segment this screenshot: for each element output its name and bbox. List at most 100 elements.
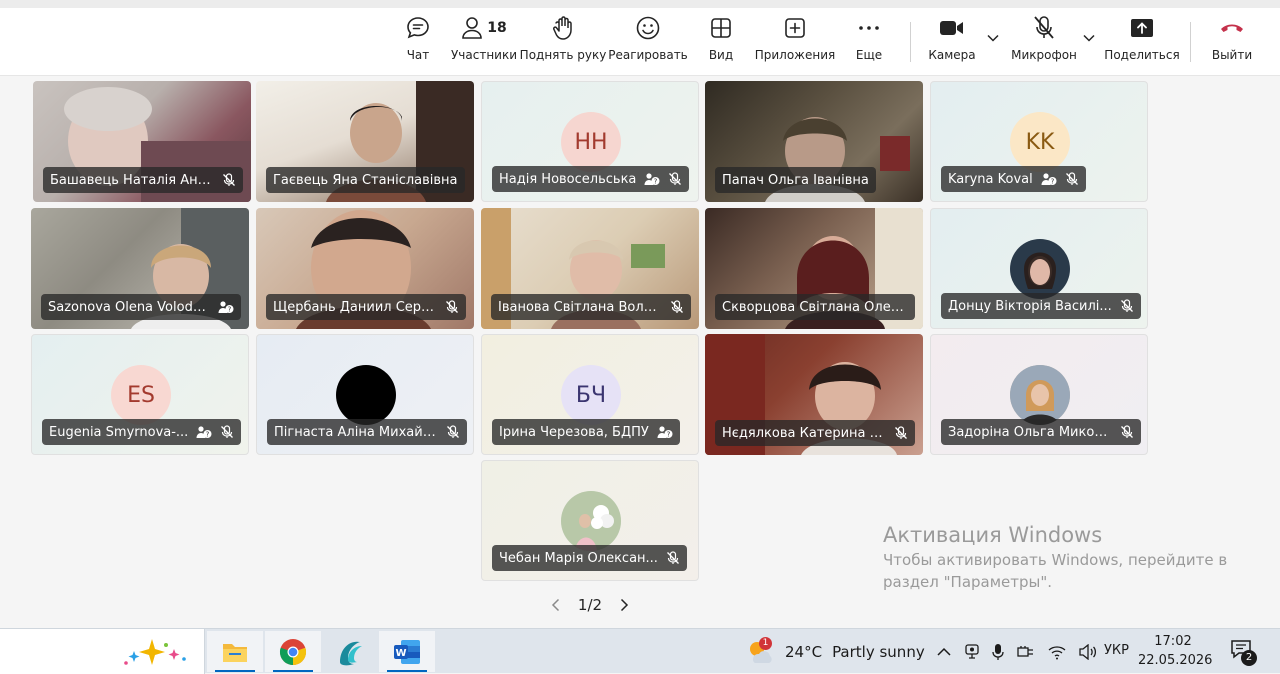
mic-label: Микрофон <box>1011 48 1077 62</box>
unknown-status-icon: ? <box>1041 173 1057 186</box>
raise-hand-button[interactable]: Поднять руку <box>519 8 607 76</box>
network-plug-icon[interactable] <box>1017 644 1035 660</box>
windows-taskbar: W 1 24°C Partly sunny УКР 17:02 22.05.20… <box>0 628 1280 674</box>
react-button[interactable]: Реагировать <box>608 8 688 76</box>
participant-tile[interactable]: Щербань Даниил Серг... <box>256 208 474 329</box>
camera-button[interactable]: Камера <box>928 8 976 76</box>
participant-nameplate: Гаєвець Яна Станіславівна <box>266 167 465 193</box>
participant-nameplate: Щербань Даниил Серг... <box>266 294 466 320</box>
notification-center[interactable]: 2 <box>1230 639 1258 666</box>
volume-icon[interactable] <box>1079 643 1097 660</box>
wifi-icon[interactable] <box>1048 644 1066 660</box>
mic-off-icon <box>1032 8 1056 48</box>
chevron-up-icon[interactable] <box>936 647 952 657</box>
prev-page-chevron-icon[interactable] <box>550 598 562 612</box>
weather-text: Partly sunny <box>832 642 925 661</box>
participant-tile[interactable]: Папач Ольга Іванівна <box>705 81 923 202</box>
participant-tile[interactable]: Пігнаста Аліна Михайл... <box>256 334 474 455</box>
unknown-status-icon: ? <box>644 173 660 186</box>
taskbar-search-box[interactable] <box>0 629 205 674</box>
participant-tile[interactable]: Гаєвець Яна Станіславівна <box>256 81 474 202</box>
taskbar-app-swirl[interactable] <box>322 631 378 672</box>
apps-label: Приложения <box>754 48 836 62</box>
partly-sunny-icon: 1 <box>745 636 775 667</box>
avatar-initials: БЧ <box>561 365 621 425</box>
smile-icon <box>635 8 661 48</box>
next-page-chevron-icon[interactable] <box>618 598 630 612</box>
windows-activation-watermark: Активация Windows Чтобы активировать Win… <box>883 521 1227 593</box>
participant-tile[interactable]: Чебан Марія Олексан... <box>481 460 699 581</box>
add-app-icon <box>783 8 807 48</box>
participant-nameplate: Задоріна Ольга Микол... <box>941 419 1141 445</box>
toolbar-divider <box>1190 22 1191 62</box>
svg-text:?: ? <box>1050 178 1054 186</box>
participant-tile[interactable]: Башавець Наталія Анд... <box>33 81 251 202</box>
view-label: Вид <box>708 48 734 62</box>
notification-count: 2 <box>1241 650 1257 666</box>
avatar-initials: ES <box>111 365 171 425</box>
taskbar-weather[interactable]: 1 24°C Partly sunny <box>745 629 925 674</box>
taskbar-file-explorer[interactable] <box>207 631 263 672</box>
participant-nameplate: Чебан Марія Олексан... <box>492 545 687 571</box>
view-button[interactable]: Вид <box>702 8 740 76</box>
participant-tile[interactable]: БЧ Ірина Черезова, БДПУ ? <box>481 334 699 455</box>
keyboard-language[interactable]: УКР <box>1104 643 1129 658</box>
taskbar-clock[interactable]: 17:02 22.05.2026 <box>1138 632 1212 670</box>
participants-count: 18 <box>487 20 507 36</box>
muted-mic-icon <box>666 551 679 564</box>
participant-tile[interactable]: НН Надія Новосельська ? <box>481 81 699 202</box>
participant-tile[interactable]: Sazonova Olena Volody... ? <box>31 208 249 329</box>
more-dots-icon <box>858 8 880 48</box>
folder-icon <box>223 643 247 662</box>
participant-nameplate: Надія Новосельська ? <box>492 166 690 192</box>
profile-photo <box>561 491 621 551</box>
page-indicator: 1/2 <box>577 596 603 614</box>
participants-button[interactable]: 18 Участники <box>451 8 517 76</box>
leave-button[interactable]: Выйти <box>1210 8 1254 76</box>
camera-icon <box>939 8 965 48</box>
muted-mic-icon <box>221 425 234 438</box>
participant-tile[interactable]: Донцу Вікторія Василі... <box>930 208 1148 329</box>
svg-text:W: W <box>395 648 406 659</box>
video-grid: Башавець Наталія Анд... Гаєвець Яна Стан… <box>0 76 1280 628</box>
camera-options-chevron-icon[interactable] <box>987 34 999 42</box>
microphone-icon[interactable] <box>992 643 1004 661</box>
leave-label: Выйти <box>1211 48 1253 62</box>
taskbar-word[interactable]: W <box>379 631 435 672</box>
muted-mic-icon <box>447 425 459 438</box>
muted-mic-icon <box>671 300 683 313</box>
chat-button[interactable]: Чат <box>398 8 438 76</box>
participant-tile[interactable]: Нєдялкова Катерина В... <box>705 334 923 455</box>
raise-hand-label: Поднять руку <box>519 48 607 62</box>
participant-tile[interactable]: Іванова Світлана Воло... <box>481 208 699 329</box>
mic-button[interactable]: Микрофон <box>1010 8 1078 76</box>
muted-mic-icon <box>669 172 682 185</box>
weather-badge: 1 <box>759 636 772 650</box>
unknown-status-icon: ? <box>657 426 673 439</box>
more-button[interactable]: Еще <box>852 8 886 76</box>
svg-text:?: ? <box>228 306 232 314</box>
unknown-status-icon: ? <box>196 426 212 439</box>
apps-button[interactable]: Приложения <box>754 8 836 76</box>
camera-in-use-icon[interactable] <box>965 643 979 661</box>
participant-tile[interactable]: Задоріна Ольга Микол... <box>930 334 1148 455</box>
hand-icon <box>551 8 575 48</box>
word-icon: W <box>394 639 420 664</box>
participant-nameplate: Sazonova Olena Volody... ? <box>41 294 241 320</box>
participant-nameplate: Іванова Світлана Воло... <box>491 294 691 320</box>
participant-tile[interactable]: ES Eugenia Smyrnova-... ? <box>31 334 249 455</box>
participant-nameplate: Ірина Черезова, БДПУ ? <box>492 419 680 445</box>
participant-nameplate: Башавець Наталія Анд... <box>43 167 243 193</box>
chrome-icon <box>279 638 307 665</box>
participant-nameplate: Скворцова Світлана Олекс... <box>715 294 915 320</box>
watermark-title: Активация Windows <box>883 523 1103 547</box>
hang-up-icon <box>1219 8 1245 48</box>
chat-label: Чат <box>406 48 430 62</box>
share-button[interactable]: Поделиться <box>1104 8 1180 76</box>
mic-options-chevron-icon[interactable] <box>1083 34 1095 42</box>
participant-tile[interactable]: KK Karyna Koval ? <box>930 81 1148 202</box>
taskbar-chrome[interactable] <box>265 631 321 672</box>
window-top-strip <box>0 0 1280 8</box>
participant-tile[interactable]: Скворцова Світлана Олекс... <box>705 208 923 329</box>
copilot-sparkle-icon <box>124 639 186 665</box>
